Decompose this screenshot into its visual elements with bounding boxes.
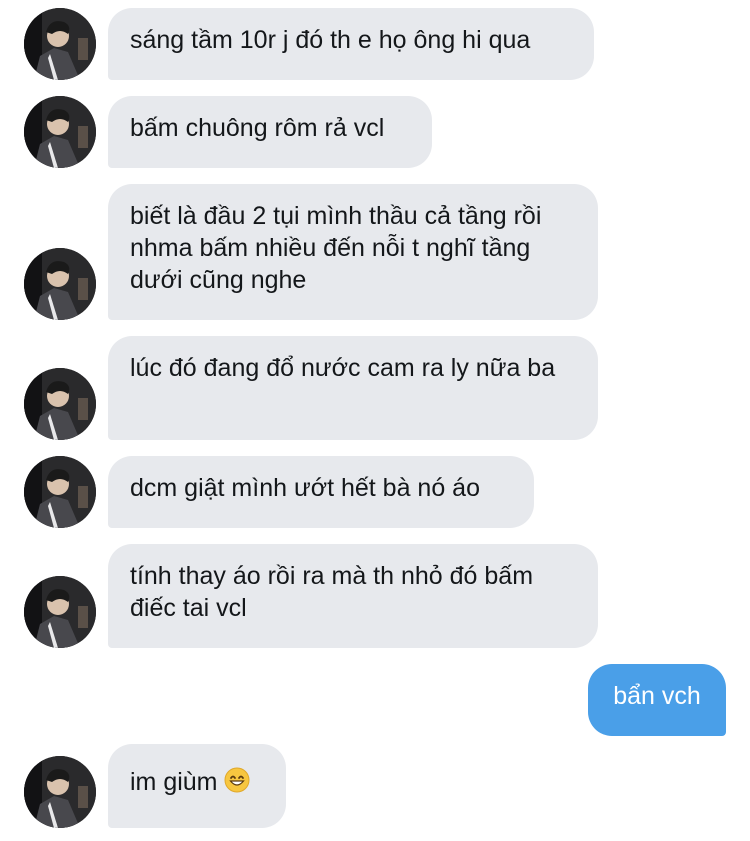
outgoing-message-bubble[interactable]: bẩn vch [588, 664, 726, 736]
message-bubble[interactable]: im giùm [108, 744, 286, 828]
avatar-photo [24, 248, 96, 320]
sender-avatar[interactable] [24, 8, 96, 80]
sender-avatar[interactable] [24, 368, 96, 440]
avatar-photo [24, 96, 96, 168]
message-text: biết là đầu 2 tụi mình thầu cả tầng rồi … [130, 202, 542, 294]
sender-avatar[interactable] [24, 248, 96, 320]
chat-screen: { "conversation": { "messages": [ {"send… [0, 0, 750, 841]
message-bubble[interactable]: biết là đầu 2 tụi mình thầu cả tầng rồi … [108, 184, 598, 320]
message-bubble[interactable]: tính thay áo rồi ra mà th nhỏ đó bấm điế… [108, 544, 598, 648]
message-bubble[interactable]: lúc đó đang đổ nước cam ra ly nữa ba [108, 336, 598, 440]
message-bubble[interactable]: sáng tầm 10r j đó th e họ ông hi qua [108, 8, 594, 80]
sender-avatar[interactable] [24, 756, 96, 828]
avatar-photo [24, 368, 96, 440]
message-text: im giùm [130, 768, 218, 796]
message-text: bấm chuông rôm rả vcl [130, 114, 385, 142]
message-bubble[interactable]: dcm giật mình ướt hết bà nó áo [108, 456, 534, 528]
message-text: lúc đó đang đổ nước cam ra ly nữa ba [130, 354, 556, 382]
avatar-photo [24, 576, 96, 648]
avatar-photo [24, 456, 96, 528]
message-text: sáng tầm 10r j đó th e họ ông hi qua [130, 26, 531, 54]
message-text: dcm giật mình ướt hết bà nó áo [130, 474, 480, 502]
grinning-face-icon [224, 767, 250, 801]
sender-avatar[interactable] [24, 576, 96, 648]
sender-avatar[interactable] [24, 96, 96, 168]
message-bubble[interactable]: bấm chuông rôm rả vcl [108, 96, 432, 168]
message-text: bẩn vch [613, 682, 701, 710]
avatar-photo [24, 8, 96, 80]
message-text: tính thay áo rồi ra mà th nhỏ đó bấm điế… [130, 562, 534, 622]
avatar-photo [24, 756, 96, 828]
sender-avatar[interactable] [24, 456, 96, 528]
